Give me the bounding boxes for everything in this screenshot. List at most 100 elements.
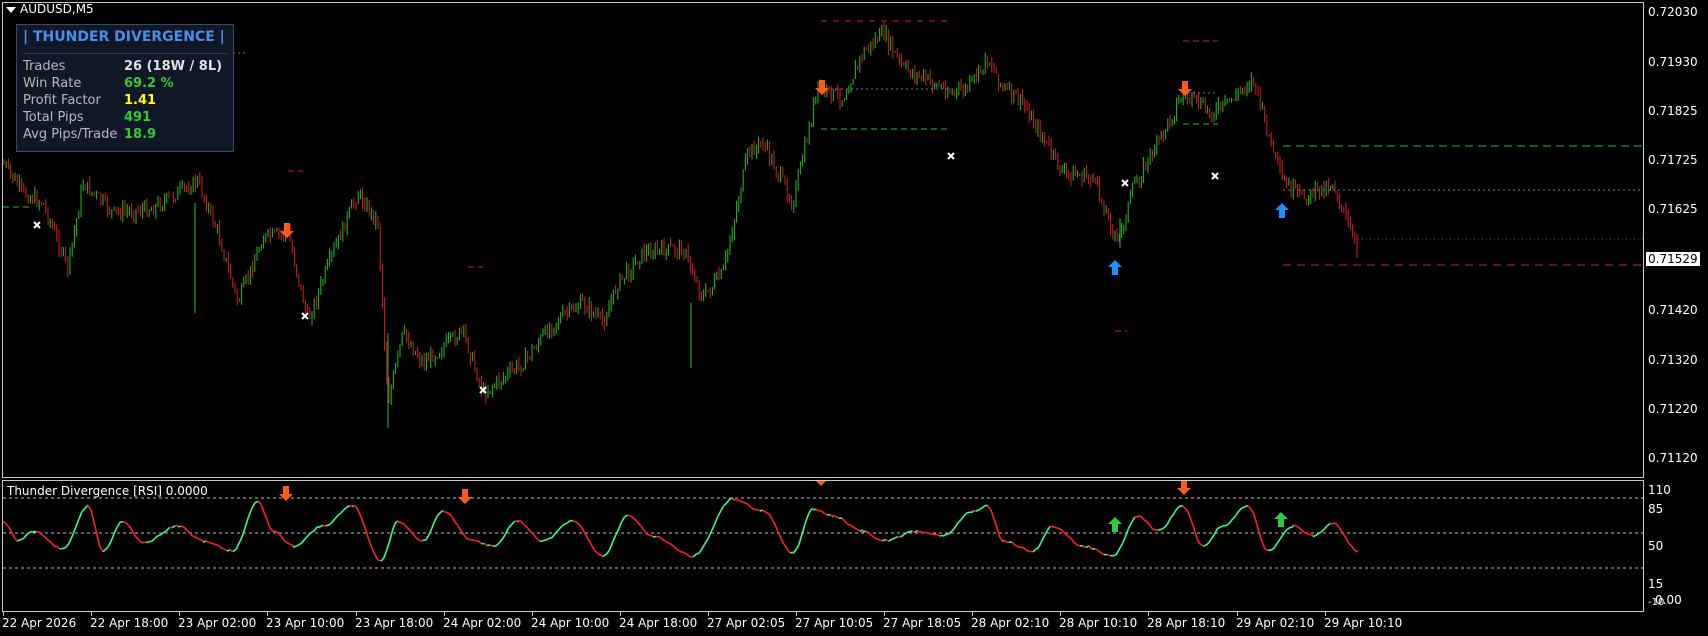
rsi-line-segment — [436, 512, 441, 517]
rsi-line-segment — [885, 539, 890, 542]
rsi-line-segment — [367, 538, 373, 548]
rsi-line-segment — [180, 525, 185, 529]
rsi-line-segment — [557, 526, 562, 532]
rsi-line-segment — [605, 550, 610, 555]
rsi-line-segment — [454, 521, 459, 526]
rsi-line-segment — [163, 530, 167, 534]
rsi-line-segment — [451, 516, 456, 523]
rsi-line-segment — [1202, 544, 1207, 547]
rsi-line-segment — [548, 536, 553, 540]
rsi-line-segment — [11, 532, 16, 539]
rsi-line-segment — [966, 511, 971, 514]
rsi-line-segment — [636, 521, 642, 527]
rsi-line-segment — [719, 505, 725, 512]
rsi-line-segment — [289, 543, 294, 546]
buy-arrow-icon — [1108, 260, 1122, 275]
indicator-axis-label: 85 — [1648, 502, 1664, 516]
rsi-line-segment — [1017, 546, 1022, 549]
exit-cross-icon — [33, 221, 41, 229]
rsi-line-segment — [442, 510, 447, 514]
rsi-line-segment — [1318, 530, 1323, 535]
rsi-line-segment — [1338, 527, 1344, 533]
rsi-line-segment — [1187, 513, 1193, 522]
rsi-line-segment — [680, 551, 684, 554]
rsi-line-segment — [800, 525, 806, 537]
rsi-line-segment — [1273, 542, 1279, 549]
symbol-text: AUDUSD,M5 — [20, 2, 94, 16]
price-chart-pane[interactable] — [2, 2, 1644, 478]
rsi-line-segment — [74, 519, 80, 529]
price-axis-label: 0.71930 — [1648, 55, 1698, 69]
rsi-line-segment — [803, 516, 809, 527]
rsi-line-segment — [23, 533, 28, 539]
current-price-tag: 0.71529 — [1645, 251, 1701, 267]
rsi-line-segment — [593, 549, 598, 554]
rsi-line-segment — [1258, 533, 1264, 543]
price-axis-label: 0.71220 — [1648, 402, 1698, 416]
rsi-line-segment — [563, 522, 568, 526]
rsi-line-segment — [511, 520, 516, 525]
rsi-line-segment — [154, 535, 159, 540]
rsi-line-segment — [614, 528, 620, 536]
symbol-menu-icon[interactable] — [6, 6, 16, 13]
rsi-line-segment — [370, 546, 376, 555]
rsi-line-segment — [1131, 516, 1136, 523]
rsi-line-segment — [1261, 542, 1266, 550]
rsi-line-segment — [406, 527, 412, 532]
rsi-line-segment — [380, 557, 385, 562]
time-axis-label: 28 Apr 02:10 — [971, 616, 1050, 630]
rsi-line-segment — [448, 513, 453, 518]
rsi-line-segment — [232, 548, 237, 553]
rsi-buy-arrow-icon — [1108, 517, 1122, 532]
rsi-line-segment — [936, 533, 941, 537]
rsi-line-segment — [1323, 525, 1328, 530]
rsi-line-segment — [110, 532, 116, 541]
rsi-line-segment — [457, 524, 462, 532]
stats-label: Win Rate — [23, 76, 82, 91]
rsi-line-segment — [483, 542, 488, 547]
rsi-line-segment — [383, 550, 388, 559]
rsi-line-segment — [334, 514, 339, 520]
rsi-line-segment — [1106, 553, 1111, 557]
rsi-line-segment — [409, 530, 415, 535]
rsi-line-segment — [951, 526, 956, 532]
rsi-line-segment — [975, 509, 980, 512]
rsi-line-segment — [41, 534, 46, 538]
rsi-line-segment — [621, 516, 626, 523]
rsi-indicator-pane[interactable] — [2, 480, 1644, 612]
rsi-line-segment — [90, 509, 95, 523]
rsi-line-segment — [824, 512, 828, 516]
rsi-line-segment — [17, 538, 22, 542]
rsi-line-segment — [1315, 533, 1320, 537]
rsi-line-segment — [445, 511, 450, 515]
rsi-line-segment — [611, 535, 617, 544]
indicator-axis-label: 0.00 — [1655, 593, 1682, 607]
rsi-line-segment — [1344, 536, 1350, 544]
stats-value: 1.41 — [124, 93, 157, 108]
rsi-line-segment — [911, 530, 916, 533]
rsi-line-segment — [275, 530, 280, 535]
rsi-line-segment — [47, 539, 52, 543]
time-axis-label: 24 Apr 02:00 — [443, 616, 522, 630]
rsi-line-segment — [463, 534, 468, 540]
stats-value: 69.2 % — [124, 76, 174, 91]
rsi-line-segment — [1112, 554, 1117, 557]
rsi-line-segment — [1228, 518, 1234, 524]
rsi-line-segment — [186, 530, 192, 535]
rsi-line-segment — [313, 526, 318, 532]
rsi-line-segment — [1289, 526, 1294, 529]
rsi-line-segment — [1127, 522, 1133, 529]
rsi-line-segment — [346, 505, 351, 508]
symbol-label[interactable]: AUDUSD,M5 — [6, 2, 94, 16]
time-axis-tick — [796, 612, 797, 616]
rsi-line-segment — [35, 530, 40, 534]
time-axis-label: 29 Apr 10:10 — [1324, 616, 1403, 630]
rsi-line-segment — [1143, 518, 1147, 522]
rsi-line-segment — [1196, 539, 1201, 545]
stats-title: | THUNDER DIVERGENCE | — [23, 29, 225, 45]
rsi-line-segment — [430, 521, 436, 530]
rsi-line-segment — [960, 515, 965, 521]
rsi-line-segment — [226, 549, 231, 552]
rsi-line-segment — [171, 524, 176, 529]
rsi-line-segment — [301, 538, 306, 544]
